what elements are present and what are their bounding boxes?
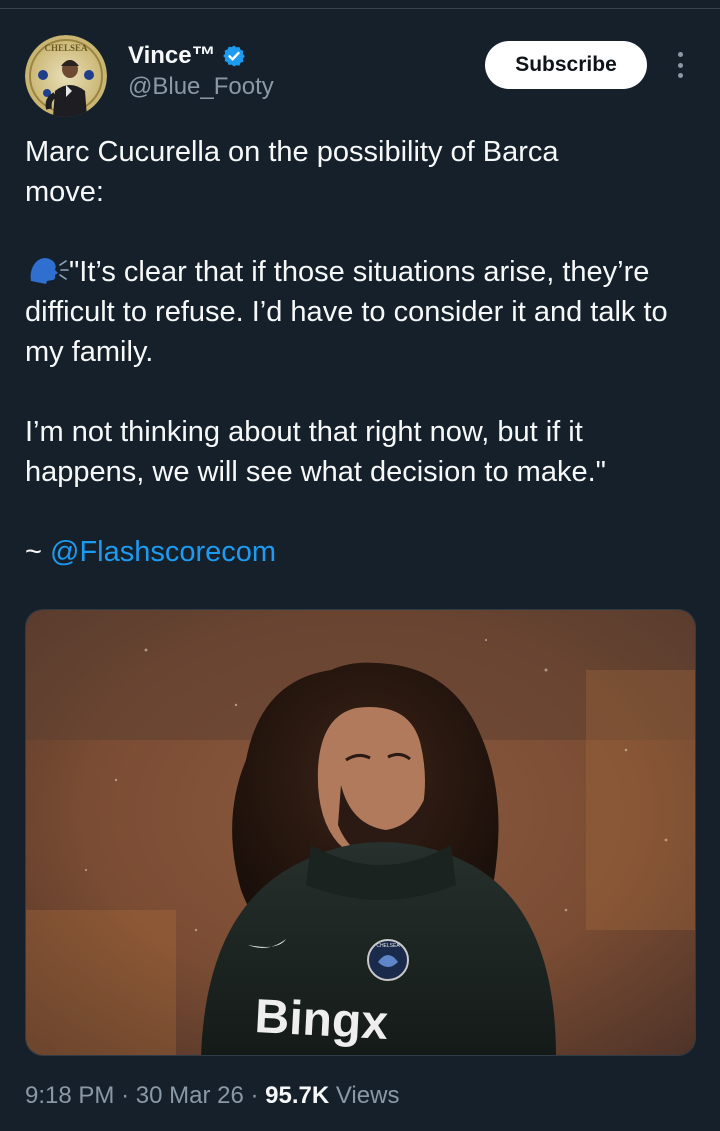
- tweet-meta: 9:18 PM · 30 Mar 26 · 95.7K Views: [25, 1082, 399, 1110]
- author-handle[interactable]: @Blue_Footy: [128, 73, 274, 101]
- tweet-line: move:: [25, 176, 104, 208]
- more-options-icon[interactable]: [668, 48, 692, 82]
- author-name[interactable]: Vince™: [128, 42, 216, 70]
- tweet-quote-1: "It’s clear that if those situations ari…: [25, 256, 668, 368]
- tweet-text: Marc Cucurella on the possibility of Bar…: [25, 132, 705, 572]
- source-prefix: ~: [25, 536, 42, 568]
- tweet-line: Marc Cucurella on the possibility of Bar…: [25, 136, 559, 168]
- tweet-source: ~ @Flashscorecom: [25, 532, 705, 572]
- meta-separator: ·: [250, 1082, 259, 1109]
- more-dot: [677, 62, 683, 68]
- avatar-badge-text: CHELSEA: [44, 43, 88, 53]
- source-mention-link[interactable]: @Flashscorecom: [50, 536, 276, 568]
- tweet-photo[interactable]: CHELSEA Bingx: [25, 609, 696, 1056]
- tweet-quote-paragraph: "It’s clear that if those situations ari…: [25, 252, 705, 372]
- tweet-date[interactable]: 30 Mar 26: [136, 1082, 244, 1109]
- speaking-head-icon: [30, 258, 69, 284]
- crest-text: CHELSEA: [376, 943, 400, 949]
- meta-separator: ·: [121, 1082, 130, 1109]
- subscribe-button[interactable]: Subscribe: [485, 41, 647, 89]
- tweet: CHELSEA Vince™ @Blue_Footy Subscribe Mar…: [0, 0, 720, 1131]
- verified-badge-icon: [222, 45, 245, 67]
- views-count: 95.7K: [265, 1082, 330, 1109]
- views-label: Views: [335, 1082, 400, 1109]
- author-name-row[interactable]: Vince™: [128, 42, 246, 70]
- avatar[interactable]: CHELSEA: [25, 35, 107, 117]
- more-dot: [677, 52, 683, 57]
- more-dot: [677, 73, 683, 78]
- tweet-time[interactable]: 9:18 PM: [25, 1082, 114, 1109]
- tweet-quote-2: I’m not thinking about that right now, b…: [25, 416, 606, 488]
- shirt-sponsor-text: Bingx: [253, 990, 389, 1050]
